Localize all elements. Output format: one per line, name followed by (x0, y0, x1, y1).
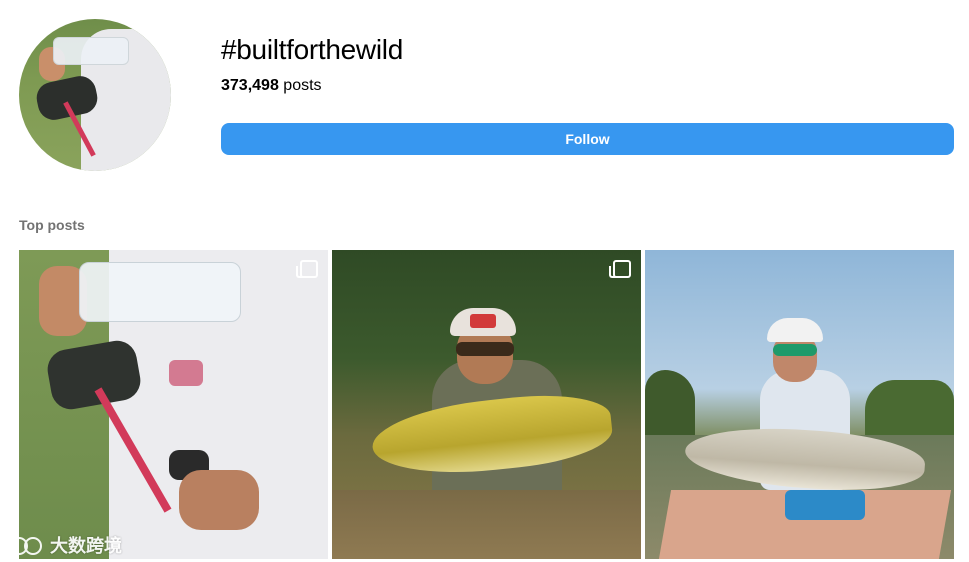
post-count: 373,498 posts (221, 77, 322, 95)
post-3-trees-right (865, 380, 954, 440)
post-1-hand-lower (179, 470, 259, 530)
top-post-2[interactable] (332, 250, 641, 559)
post-2-sunglasses (456, 342, 514, 356)
top-posts-heading: Top posts (19, 217, 85, 233)
watermark-text: 大数跨境 (50, 536, 122, 556)
post-count-number: 373,498 (221, 77, 279, 94)
post-3-trees-left (645, 370, 695, 440)
post-3-sunglasses (773, 344, 817, 356)
post-3-shorts (785, 490, 865, 520)
post-count-label: posts (278, 77, 322, 94)
hashtag-avatar (19, 19, 171, 171)
post-1-bottle (79, 262, 241, 322)
carousel-icon (609, 260, 631, 278)
hashtag-title: #builtforthewild (221, 34, 403, 65)
top-post-3[interactable] (645, 250, 954, 559)
carousel-icon (296, 260, 318, 278)
post-3-cap (767, 318, 823, 342)
avatar-bottle (53, 37, 129, 65)
post-2-cap (450, 308, 516, 336)
watermark-logo-icon (8, 535, 44, 555)
post-2-water (332, 490, 641, 559)
watermark: 大数跨境 (8, 532, 122, 558)
top-post-1[interactable] (19, 250, 328, 559)
follow-button[interactable]: Follow (221, 123, 954, 155)
post-1-shirt-logo (169, 360, 203, 386)
post-2-golden-dorado (368, 387, 616, 483)
